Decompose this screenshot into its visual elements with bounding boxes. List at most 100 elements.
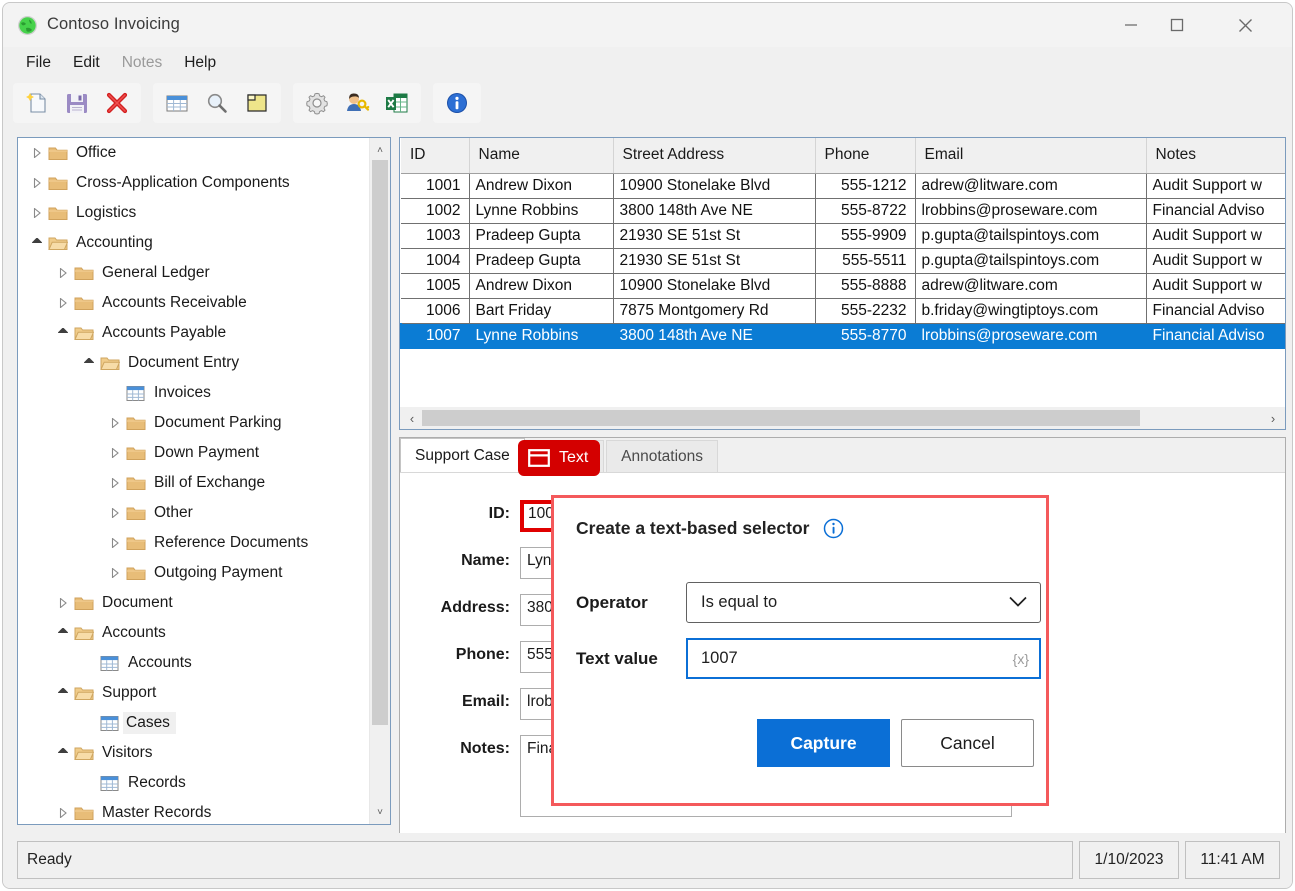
table-cell-phone[interactable]: 555-9909 — [815, 223, 915, 248]
column-header-id[interactable]: ID — [401, 138, 469, 173]
table-cell-notes[interactable]: Audit Support w — [1146, 223, 1286, 248]
tree-node-accounts[interactable]: Accounts — [18, 648, 372, 678]
table-row[interactable]: 1001Andrew Dixon10900 Stonelake Blvd555-… — [401, 173, 1286, 198]
table-cell-email[interactable]: p.gupta@tailspintoys.com — [915, 223, 1146, 248]
chevron-right-icon[interactable] — [26, 148, 48, 158]
tree-node-document[interactable]: Document — [18, 588, 372, 618]
table-cell-street-address[interactable]: 10900 Stonelake Blvd — [613, 273, 815, 298]
table-cell-email[interactable]: lrobbins@proseware.com — [915, 323, 1146, 348]
tree-node-accounting[interactable]: Accounting — [18, 228, 372, 258]
capture-button[interactable]: Capture — [757, 719, 890, 767]
close-button[interactable] — [1222, 3, 1268, 47]
table-cell-notes[interactable]: Audit Support w — [1146, 273, 1286, 298]
scroll-up-icon[interactable]: ˄ — [370, 140, 390, 160]
table-cell-phone[interactable]: 555-8888 — [815, 273, 915, 298]
menu-notes[interactable]: Notes — [111, 51, 174, 75]
column-header-name[interactable]: Name — [469, 138, 613, 173]
table-row[interactable]: 1006Bart Friday7875 Montgomery Rd555-223… — [401, 298, 1286, 323]
text-value-input[interactable]: 1007 {x} — [686, 638, 1041, 679]
table-row[interactable]: 1004Pradeep Gupta21930 SE 51st St555-551… — [401, 248, 1286, 273]
menu-help[interactable]: Help — [173, 51, 227, 75]
new-document-icon[interactable] — [17, 84, 57, 122]
tree-node-accounts[interactable]: Accounts — [18, 618, 372, 648]
info-icon[interactable] — [437, 84, 477, 122]
table-cell-email[interactable]: adrew@litware.com — [915, 273, 1146, 298]
table-row[interactable]: 1007Lynne Robbins3800 148th Ave NE555-87… — [401, 323, 1286, 348]
table-row[interactable]: 1003Pradeep Gupta21930 SE 51st St555-990… — [401, 223, 1286, 248]
table-cell-phone[interactable]: 555-8770 — [815, 323, 915, 348]
note-page-icon[interactable] — [237, 84, 277, 122]
chevron-down-icon[interactable] — [52, 628, 74, 638]
menu-file[interactable]: File — [15, 51, 62, 75]
table-cell-email[interactable]: lrobbins@proseware.com — [915, 198, 1146, 223]
tree-node-bill-of-exchange[interactable]: Bill of Exchange — [18, 468, 372, 498]
table-cell-phone[interactable]: 555-2232 — [815, 298, 915, 323]
maximize-button[interactable] — [1154, 3, 1200, 47]
chevron-down-icon[interactable] — [52, 688, 74, 698]
menu-edit[interactable]: Edit — [62, 51, 111, 75]
table-cell-street-address[interactable]: 3800 148th Ave NE — [613, 198, 815, 223]
chevron-right-icon[interactable] — [26, 178, 48, 188]
table-cell-notes[interactable]: Audit Support w — [1146, 248, 1286, 273]
table-cell-name[interactable]: Pradeep Gupta — [469, 248, 613, 273]
table-cell-street-address[interactable]: 21930 SE 51st St — [613, 248, 815, 273]
gear-settings-icon[interactable] — [297, 84, 337, 122]
tree-node-support[interactable]: Support — [18, 678, 372, 708]
table-cell-notes[interactable]: Audit Support w — [1146, 173, 1286, 198]
scrollbar-thumb[interactable] — [372, 160, 388, 725]
tab-annotations[interactable]: Annotations — [606, 440, 718, 472]
chevron-right-icon[interactable] — [104, 568, 126, 578]
table-cell-street-address[interactable]: 10900 Stonelake Blvd — [613, 173, 815, 198]
table-cell-street-address[interactable]: 7875 Montgomery Rd — [613, 298, 815, 323]
chevron-right-icon[interactable] — [104, 448, 126, 458]
tree-node-logistics[interactable]: Logistics — [18, 198, 372, 228]
table-cell-notes[interactable]: Financial Adviso — [1146, 323, 1286, 348]
table-cell-phone[interactable]: 555-1212 — [815, 173, 915, 198]
chevron-right-icon[interactable] — [52, 598, 74, 608]
chevron-right-icon[interactable] — [52, 298, 74, 308]
table-cell-name[interactable]: Lynne Robbins — [469, 323, 613, 348]
table-cell-name[interactable]: Andrew Dixon — [469, 173, 613, 198]
info-circle-icon[interactable] — [823, 518, 844, 539]
scroll-down-icon[interactable]: ˅ — [370, 802, 390, 822]
column-header-email[interactable]: Email — [915, 138, 1146, 173]
tree-node-accounts-payable[interactable]: Accounts Payable — [18, 318, 372, 348]
delete-icon[interactable] — [97, 84, 137, 122]
table-cell-id[interactable]: 1006 — [401, 298, 469, 323]
table-cell-notes[interactable]: Financial Adviso — [1146, 298, 1286, 323]
excel-export-icon[interactable] — [377, 84, 417, 122]
table-cell-name[interactable]: Pradeep Gupta — [469, 223, 613, 248]
chevron-right-icon[interactable] — [104, 418, 126, 428]
tree-node-master-records[interactable]: Master Records — [18, 798, 372, 824]
table-cell-email[interactable]: adrew@litware.com — [915, 173, 1146, 198]
tree-node-document-parking[interactable]: Document Parking — [18, 408, 372, 438]
table-cell-id[interactable]: 1004 — [401, 248, 469, 273]
variable-hint-icon[interactable]: {x} — [1013, 651, 1029, 667]
grid-table-icon[interactable] — [157, 84, 197, 122]
chevron-right-icon[interactable] — [104, 538, 126, 548]
tree-node-visitors[interactable]: Visitors — [18, 738, 372, 768]
chevron-down-icon[interactable] — [52, 748, 74, 758]
column-header-phone[interactable]: Phone — [815, 138, 915, 173]
search-magnifier-icon[interactable] — [197, 84, 237, 122]
table-cell-email[interactable]: p.gupta@tailspintoys.com — [915, 248, 1146, 273]
table-cell-notes[interactable]: Financial Adviso — [1146, 198, 1286, 223]
table-cell-id[interactable]: 1007 — [401, 323, 469, 348]
column-header-notes[interactable]: Notes — [1146, 138, 1286, 173]
table-row[interactable]: 1002Lynne Robbins3800 148th Ave NE555-87… — [401, 198, 1286, 223]
tree-vertical-scrollbar[interactable]: ˄ ˅ — [369, 138, 390, 824]
table-row[interactable]: 1005Andrew Dixon10900 Stonelake Blvd555-… — [401, 273, 1286, 298]
scroll-left-icon[interactable]: ‹ — [402, 407, 422, 429]
table-cell-phone[interactable]: 555-5511 — [815, 248, 915, 273]
chevron-right-icon[interactable] — [52, 808, 74, 818]
table-cell-email[interactable]: b.friday@wingtiptoys.com — [915, 298, 1146, 323]
tree-node-invoices[interactable]: Invoices — [18, 378, 372, 408]
chevron-right-icon[interactable] — [52, 268, 74, 278]
tree-node-down-payment[interactable]: Down Payment — [18, 438, 372, 468]
minimize-button[interactable] — [1108, 3, 1154, 47]
operator-select[interactable]: Is equal to — [686, 582, 1041, 623]
chevron-down-icon[interactable] — [52, 328, 74, 338]
table-cell-phone[interactable]: 555-8722 — [815, 198, 915, 223]
tab-support-case[interactable]: Support Case — [400, 438, 525, 472]
column-header-street-address[interactable]: Street Address — [613, 138, 815, 173]
